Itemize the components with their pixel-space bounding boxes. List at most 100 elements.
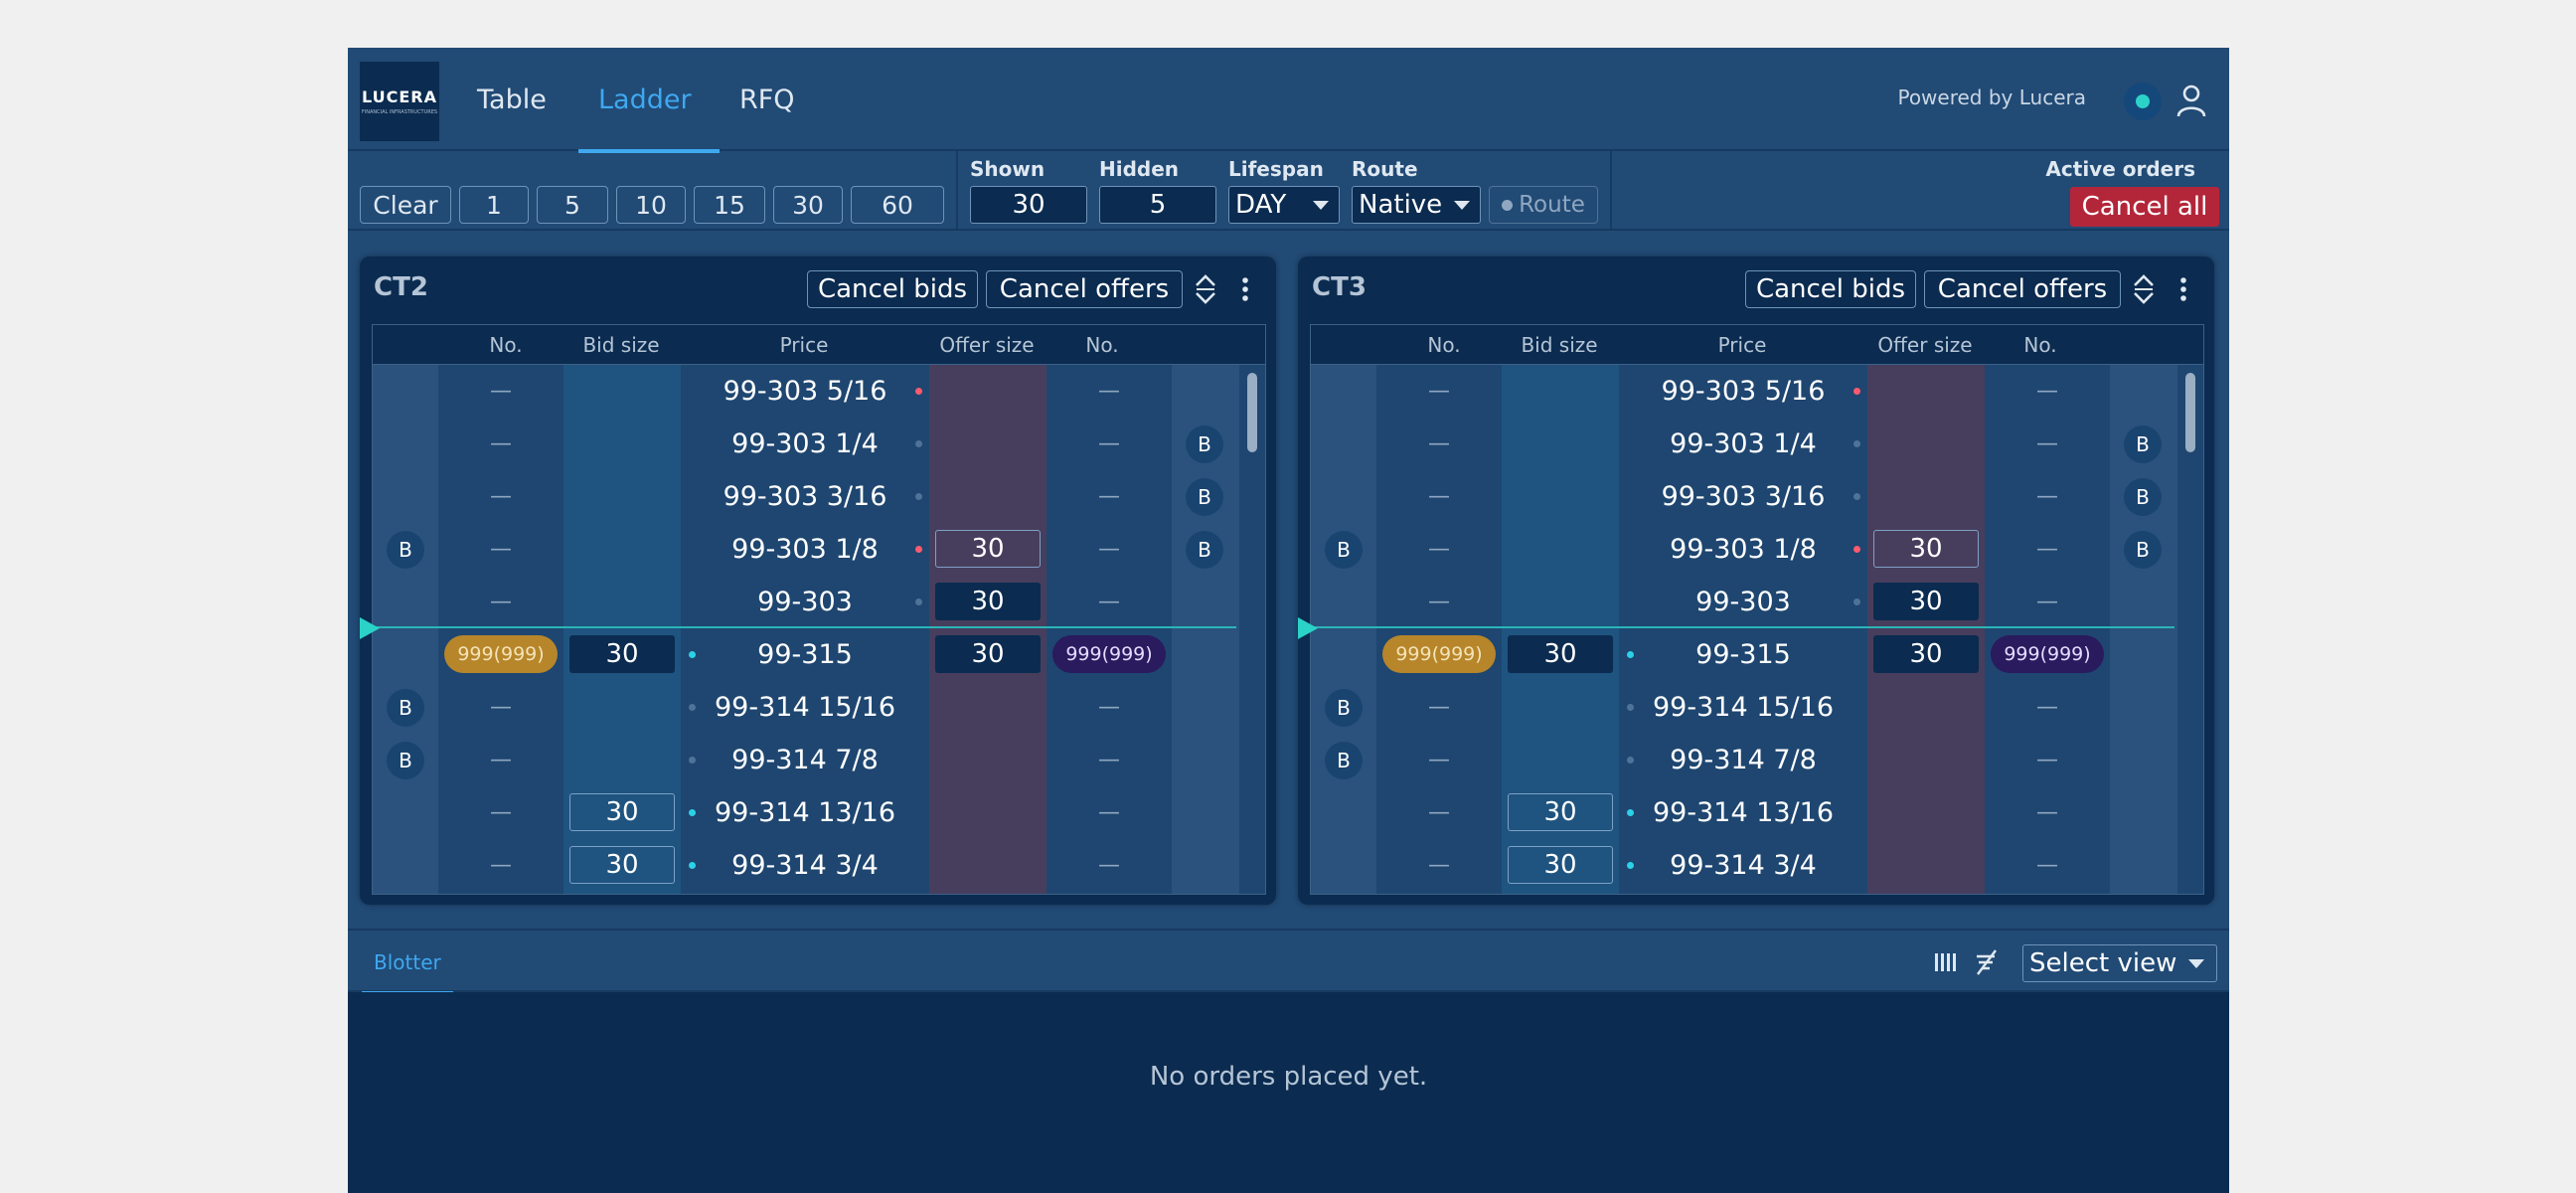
price-cell[interactable]: 99-314 13/16 <box>1619 786 1867 839</box>
broker-badge[interactable]: B <box>1325 531 1363 569</box>
price-cell[interactable]: 99-314 3/4 <box>1619 839 1867 892</box>
bid-size-cell[interactable] <box>1502 576 1619 628</box>
bid-size-cell[interactable] <box>1502 523 1619 576</box>
broker-badge[interactable]: B <box>387 689 424 727</box>
size-30-button[interactable]: 30 <box>773 186 843 224</box>
bid-size-cell[interactable] <box>564 681 681 734</box>
broker-badge[interactable]: B <box>2124 478 2162 516</box>
cancel-offers-button[interactable]: Cancel offers <box>1924 270 2121 308</box>
price-cell[interactable]: 99-314 15/16 <box>681 681 929 734</box>
shown-input[interactable]: 30 <box>970 186 1087 224</box>
size-1-button[interactable]: 1 <box>459 186 529 224</box>
price-cell[interactable]: 99-315 <box>681 628 929 681</box>
bid-size-cell[interactable] <box>564 576 681 628</box>
ladder-scrollbar[interactable] <box>2185 373 2195 452</box>
bid-size-cell[interactable]: 30 <box>1508 793 1613 831</box>
cancel-bids-button[interactable]: Cancel bids <box>1745 270 1916 308</box>
broker-badge[interactable]: B <box>2124 426 2162 463</box>
bid-size-cell[interactable]: 30 <box>1508 635 1613 673</box>
broker-badge[interactable]: B <box>2124 531 2162 569</box>
offer-size-cell[interactable] <box>929 470 1046 523</box>
select-view-dropdown[interactable]: Select view <box>2022 944 2217 982</box>
clear-size-button[interactable]: Clear <box>360 186 451 224</box>
tab-blotter[interactable]: Blotter <box>362 950 453 994</box>
columns-icon[interactable] <box>1933 950 1959 974</box>
broker-badge[interactable]: B <box>1325 689 1363 727</box>
size-15-button[interactable]: 15 <box>694 186 765 224</box>
bid-size-cell[interactable] <box>564 734 681 786</box>
bid-size-cell[interactable]: 30 <box>569 846 675 884</box>
offer-size-cell[interactable] <box>929 786 1046 839</box>
lifespan-select[interactable]: DAY <box>1228 186 1340 224</box>
bid-size-cell[interactable] <box>1502 681 1619 734</box>
broker-badge[interactable]: B <box>387 531 424 569</box>
offer-size-cell[interactable] <box>929 365 1046 418</box>
route-button[interactable]: Route <box>1489 186 1598 224</box>
price-cell[interactable]: 99-303 <box>681 576 929 628</box>
broker-badge[interactable]: B <box>1186 426 1223 463</box>
cancel-offers-button[interactable]: Cancel offers <box>986 270 1183 308</box>
bid-size-cell[interactable] <box>1502 365 1619 418</box>
price-cell[interactable]: 99-303 1/4 <box>1619 418 1867 470</box>
offer-size-cell[interactable] <box>929 681 1046 734</box>
bid-size-cell[interactable] <box>564 523 681 576</box>
bid-size-cell[interactable] <box>1502 470 1619 523</box>
offer-size-cell[interactable] <box>1867 734 1985 786</box>
connection-status-icon[interactable] <box>2124 83 2162 120</box>
recenter-icon[interactable] <box>1191 272 1220 306</box>
broker-badge[interactable]: B <box>387 742 424 779</box>
user-icon[interactable] <box>2175 84 2207 117</box>
offer-size-cell[interactable] <box>1867 470 1985 523</box>
price-cell[interactable]: 99-303 5/16 <box>681 365 929 418</box>
route-select[interactable]: Native <box>1352 186 1481 224</box>
bid-size-cell[interactable]: 30 <box>569 635 675 673</box>
price-cell[interactable]: 99-314 15/16 <box>1619 681 1867 734</box>
filter-off-icon[interactable] <box>1973 948 2001 976</box>
offer-size-cell[interactable] <box>1867 681 1985 734</box>
price-cell[interactable]: 99-303 1/8 <box>681 523 929 576</box>
more-options-icon[interactable] <box>1230 272 1260 306</box>
price-cell[interactable]: 99-314 7/8 <box>681 734 929 786</box>
price-cell[interactable]: 99-314 3/4 <box>681 839 929 892</box>
price-cell[interactable]: 99-314 13/16 <box>681 786 929 839</box>
price-cell[interactable]: 99-303 3/16 <box>1619 470 1867 523</box>
price-cell[interactable]: 99-315 <box>1619 628 1867 681</box>
bid-size-cell[interactable] <box>1502 734 1619 786</box>
offer-size-cell[interactable] <box>929 839 1046 892</box>
price-cell[interactable]: 99-303 3/16 <box>681 470 929 523</box>
offer-size-cell[interactable] <box>929 734 1046 786</box>
offer-size-cell[interactable]: 30 <box>935 530 1041 568</box>
price-cell[interactable]: 99-303 <box>1619 576 1867 628</box>
broker-badge[interactable]: B <box>1186 531 1223 569</box>
broker-badge[interactable]: B <box>1325 742 1363 779</box>
offer-size-cell[interactable]: 30 <box>1873 635 1979 673</box>
bid-size-cell[interactable] <box>1502 418 1619 470</box>
bid-size-cell[interactable]: 30 <box>1508 846 1613 884</box>
hidden-input[interactable]: 5 <box>1099 186 1216 224</box>
broker-badge[interactable]: B <box>1186 478 1223 516</box>
recenter-icon[interactable] <box>2129 272 2159 306</box>
offer-size-cell[interactable]: 30 <box>935 583 1041 620</box>
price-cell[interactable]: 99-303 5/16 <box>1619 365 1867 418</box>
price-cell[interactable]: 99-303 1/4 <box>681 418 929 470</box>
size-5-button[interactable]: 5 <box>537 186 608 224</box>
bid-size-cell[interactable] <box>564 470 681 523</box>
bid-size-cell[interactable]: 30 <box>569 793 675 831</box>
offer-size-cell[interactable] <box>1867 418 1985 470</box>
more-options-icon[interactable] <box>2169 272 2198 306</box>
cancel-bids-button[interactable]: Cancel bids <box>807 270 978 308</box>
cancel-all-button[interactable]: Cancel all <box>2070 187 2219 227</box>
tab-rfq[interactable]: RFQ <box>739 48 795 151</box>
offer-size-cell[interactable]: 30 <box>1873 530 1979 568</box>
offer-size-cell[interactable] <box>929 418 1046 470</box>
tab-ladder[interactable]: Ladder <box>578 48 720 153</box>
price-cell[interactable]: 99-303 1/8 <box>1619 523 1867 576</box>
tab-table[interactable]: Table <box>477 48 547 151</box>
bid-size-cell[interactable] <box>564 418 681 470</box>
size-10-button[interactable]: 10 <box>616 186 686 224</box>
ladder-scrollbar[interactable] <box>1247 373 1257 452</box>
offer-size-cell[interactable] <box>1867 365 1985 418</box>
price-cell[interactable]: 99-314 7/8 <box>1619 734 1867 786</box>
size-60-button[interactable]: 60 <box>851 186 944 224</box>
offer-size-cell[interactable]: 30 <box>1873 583 1979 620</box>
